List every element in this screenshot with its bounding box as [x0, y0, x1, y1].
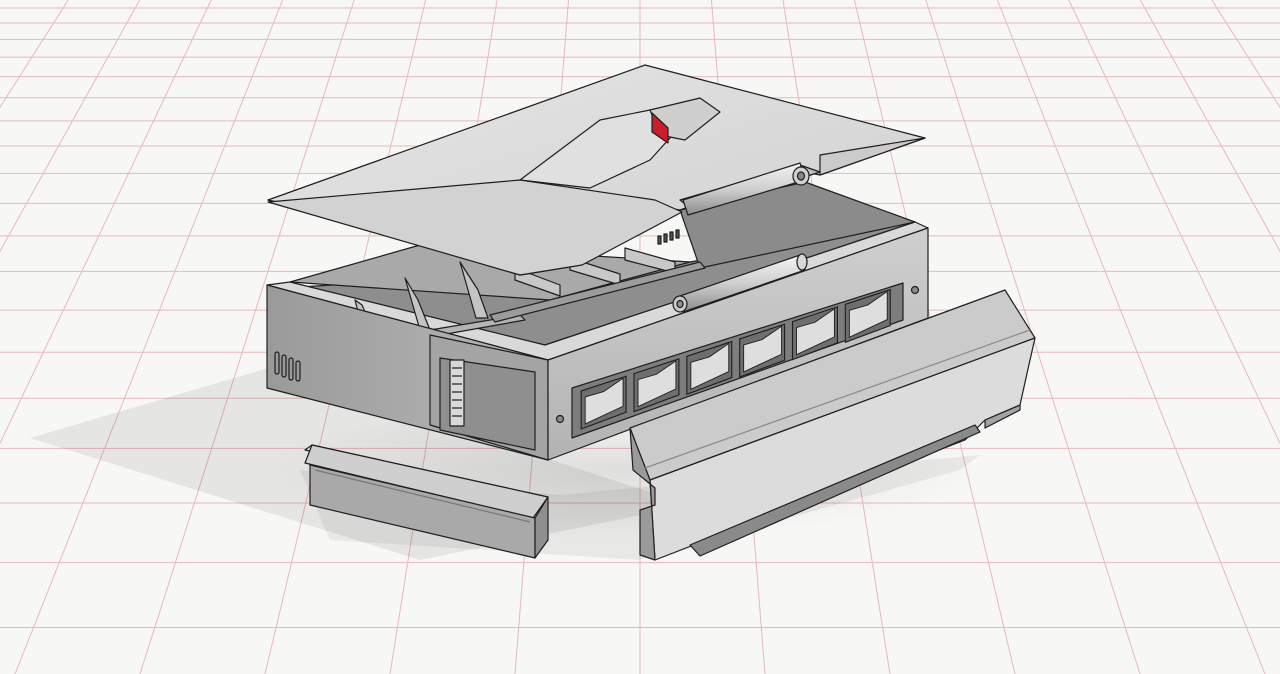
lid-latch-teeth [657, 229, 680, 245]
grid-line [1139, 0, 1280, 253]
grid-line [0, 0, 69, 109]
grid-line [1211, 0, 1280, 109]
grid-line [0, 0, 212, 445]
grid-line [996, 0, 1266, 674]
grid-line [0, 0, 141, 253]
3d-scene[interactable] [0, 0, 1280, 674]
side-connector [449, 359, 465, 427]
grid-line [1068, 0, 1280, 445]
cad-viewport[interactable] [0, 0, 1280, 674]
grid-line [14, 0, 284, 674]
